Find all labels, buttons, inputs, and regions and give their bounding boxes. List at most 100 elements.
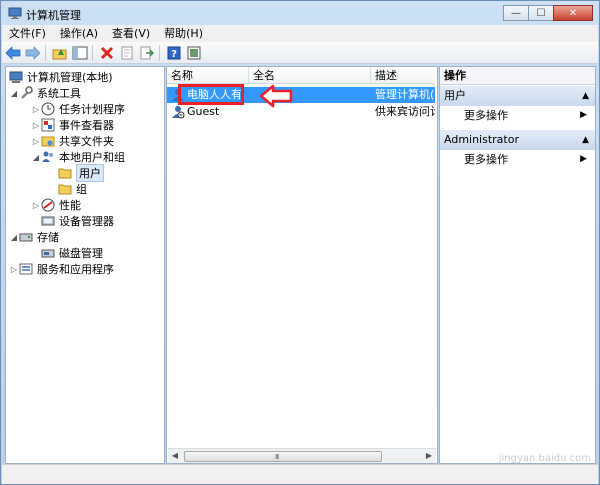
help-icon[interactable]: ? xyxy=(165,44,183,62)
actions-title: 操作 xyxy=(440,67,595,85)
tree-label: 任务计划程序 xyxy=(59,103,125,116)
tree-item-shared-folders[interactable]: ▷ 共享文件夹 xyxy=(31,133,114,149)
actions-section-administrator[interactable]: Administrator ▲ xyxy=(440,130,595,150)
disk-management-icon xyxy=(41,249,55,258)
column-header-description[interactable]: 描述 xyxy=(371,67,435,84)
menu-view[interactable]: 查看(V) xyxy=(105,25,157,42)
maximize-button[interactable]: ☐ xyxy=(528,5,554,21)
actions-pane: 操作 用户 ▲ 更多操作 ▶ Administrator ▲ 更多操作 ▶ xyxy=(439,66,596,464)
section-label: 用户 xyxy=(444,89,466,102)
tree-label: 事件查看器 xyxy=(59,119,114,132)
shared-folder-icon xyxy=(41,136,55,147)
tree-label: 计算机管理(本地) xyxy=(27,71,113,84)
toolbar-separator xyxy=(159,44,160,61)
tree-label: 服务和应用程序 xyxy=(37,263,114,276)
more-actions-administrator[interactable]: 更多操作 ▶ xyxy=(440,151,595,168)
tree-item-device-manager[interactable]: 设备管理器 xyxy=(41,213,114,229)
show-hide-tree-icon[interactable] xyxy=(71,44,89,62)
console-tree-icon[interactable] xyxy=(185,44,203,62)
tree-label: 组 xyxy=(76,183,87,196)
minimize-button[interactable]: — xyxy=(503,5,529,21)
scrollbar-thumb[interactable]: III xyxy=(184,451,382,462)
tree-item-disk-management[interactable]: 磁盘管理 xyxy=(41,245,103,261)
tree-item-root[interactable]: 计算机管理(本地) xyxy=(9,69,113,85)
tree-label: 用户 xyxy=(76,164,104,182)
toolbar: ? xyxy=(2,42,598,64)
users-list: 名称 全名 描述 电脑人人有 管理计算机(域 Guest 供来宾访问计 ◀ II… xyxy=(166,66,438,464)
up-folder-icon[interactable] xyxy=(51,44,69,62)
expand-arrow-icon[interactable]: ▷ xyxy=(31,105,41,114)
action-label: 更多操作 xyxy=(464,109,508,122)
scroll-left-icon[interactable]: ◀ xyxy=(168,449,182,463)
tree-item-event-viewer[interactable]: ▷ 事件查看器 xyxy=(31,117,114,133)
event-viewer-icon xyxy=(41,118,55,132)
storage-icon xyxy=(19,233,33,242)
column-header-fullname[interactable]: 全名 xyxy=(249,67,371,84)
delete-icon[interactable] xyxy=(98,44,116,62)
users-group-icon xyxy=(42,151,53,162)
menu-help[interactable]: 帮助(H) xyxy=(157,25,210,42)
collapse-up-icon[interactable]: ▲ xyxy=(582,86,589,106)
menu-bar: 文件(F) 操作(A) 查看(V) 帮助(H) xyxy=(2,25,598,42)
tree-label: 性能 xyxy=(59,199,81,212)
back-icon[interactable] xyxy=(4,44,22,62)
toolbar-separator xyxy=(45,44,46,61)
title-bar[interactable]: 计算机管理 — ☐ ✕ xyxy=(1,1,599,25)
device-manager-icon xyxy=(41,216,55,226)
submenu-arrow-icon: ▶ xyxy=(580,110,587,120)
computer-management-icon xyxy=(8,7,22,19)
submenu-arrow-icon: ▶ xyxy=(580,154,587,164)
performance-icon xyxy=(41,198,55,212)
tools-icon xyxy=(21,86,33,99)
scroll-right-icon[interactable]: ▶ xyxy=(422,449,436,463)
clock-icon xyxy=(41,102,55,116)
svg-text:?: ? xyxy=(171,49,177,60)
tree-label: 系统工具 xyxy=(37,87,81,100)
section-label: Administrator xyxy=(444,133,519,146)
user-description: 管理计算机(域 xyxy=(375,88,435,101)
toolbar-separator xyxy=(92,44,93,61)
collapse-up-icon[interactable]: ▲ xyxy=(582,130,589,150)
tree-label: 磁盘管理 xyxy=(59,247,103,260)
tree-item-task-scheduler[interactable]: ▷ 任务计划程序 xyxy=(31,101,125,117)
menu-action[interactable]: 操作(A) xyxy=(53,25,105,42)
annotation-arrow-icon xyxy=(259,84,293,108)
expand-arrow-icon[interactable]: ▷ xyxy=(9,265,19,274)
tree-label: 存储 xyxy=(37,231,59,244)
properties-icon[interactable] xyxy=(118,44,136,62)
computer-management-icon xyxy=(9,71,23,83)
expand-arrow-icon[interactable]: ▷ xyxy=(31,121,41,130)
scrollbar-grip: III xyxy=(275,453,279,461)
collapse-arrow-icon[interactable]: ◢ xyxy=(31,153,41,162)
column-header-name[interactable]: 名称 xyxy=(167,67,249,84)
tree-label: 设备管理器 xyxy=(59,215,114,228)
tree-item-local-users-groups[interactable]: ◢ 本地用户和组 xyxy=(31,149,125,165)
computer-management-window: 计算机管理 — ☐ ✕ 文件(F) 操作(A) 查看(V) 帮助(H) ? 计算… xyxy=(0,0,600,485)
tree-item-groups[interactable]: 组 xyxy=(58,181,87,197)
export-list-icon[interactable] xyxy=(138,44,156,62)
actions-section-users[interactable]: 用户 ▲ xyxy=(440,86,595,106)
more-actions-users[interactable]: 更多操作 ▶ xyxy=(440,107,595,124)
forward-icon[interactable] xyxy=(24,44,42,62)
tree-item-performance[interactable]: ▷ 性能 xyxy=(31,197,81,213)
folder-icon xyxy=(58,168,72,179)
collapse-arrow-icon[interactable]: ◢ xyxy=(9,89,19,98)
expand-arrow-icon[interactable]: ▷ xyxy=(31,201,41,210)
tree-item-users[interactable]: 用户 xyxy=(58,164,104,182)
highlight-box xyxy=(178,84,244,105)
menu-file[interactable]: 文件(F) xyxy=(2,25,53,42)
horizontal-scrollbar[interactable]: ◀ III ▶ xyxy=(168,448,436,463)
services-icon xyxy=(19,263,33,275)
user-description: 供来宾访问计 xyxy=(375,105,435,118)
expand-arrow-icon[interactable]: ▷ xyxy=(31,137,41,146)
status-bar xyxy=(2,464,598,484)
close-button[interactable]: ✕ xyxy=(553,5,593,21)
user-name: Guest xyxy=(187,105,220,118)
tree-item-services-apps[interactable]: ▷ 服务和应用程序 xyxy=(9,261,114,277)
tree-item-storage[interactable]: ◢ 存储 xyxy=(9,229,59,245)
collapse-arrow-icon[interactable]: ◢ xyxy=(9,233,19,242)
window-title: 计算机管理 xyxy=(26,9,81,22)
table-row[interactable]: Guest 供来宾访问计 xyxy=(167,104,435,120)
tree-label: 共享文件夹 xyxy=(59,135,114,148)
tree-item-system-tools[interactable]: ◢ 系统工具 xyxy=(9,85,81,101)
